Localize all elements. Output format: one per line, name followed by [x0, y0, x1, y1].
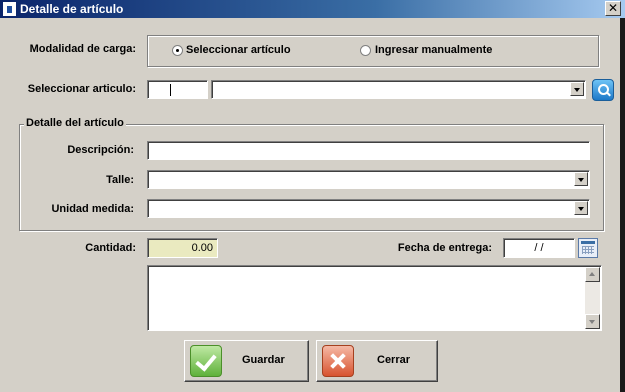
- close-button[interactable]: ✕: [605, 1, 621, 16]
- cantidad-label: Cantidad:: [85, 242, 136, 254]
- search-icon[interactable]: [592, 79, 614, 101]
- cerrar-button[interactable]: Cerrar: [316, 340, 438, 382]
- calendar-icon[interactable]: [578, 238, 598, 258]
- close-x-icon: [322, 345, 354, 377]
- detalle-group-title: Detalle del artículo: [24, 117, 126, 129]
- scroll-up-icon[interactable]: [585, 267, 600, 282]
- descripcion-label: Descripción:: [67, 144, 134, 156]
- unidad-select[interactable]: [147, 199, 590, 218]
- window-edge: [620, 18, 625, 392]
- descripcion-input[interactable]: [147, 141, 590, 160]
- scroll-down-icon[interactable]: [585, 314, 600, 329]
- document-icon: [3, 2, 16, 16]
- notes-textarea[interactable]: [147, 265, 602, 331]
- cantidad-input[interactable]: 0.00: [147, 238, 218, 258]
- fecha-value: / /: [534, 242, 544, 254]
- cantidad-value: 0.00: [191, 242, 213, 254]
- notes-scrollbar[interactable]: [585, 267, 600, 329]
- articulo-name-select[interactable]: [211, 80, 586, 99]
- articulo-code-input[interactable]: [147, 80, 208, 99]
- checkmark-icon: [190, 345, 222, 377]
- radio-ingresar[interactable]: [360, 45, 371, 56]
- chevron-down-icon[interactable]: [570, 82, 584, 96]
- chevron-down-icon[interactable]: [574, 172, 588, 186]
- fecha-input[interactable]: / /: [503, 238, 575, 258]
- chevron-down-icon[interactable]: [574, 201, 588, 215]
- radio-seleccionar-label[interactable]: Seleccionar artículo: [186, 44, 291, 56]
- modalidad-label: Modalidad de carga:: [29, 43, 136, 55]
- modalidad-box: Seleccionar artículo Ingresar manualment…: [147, 35, 599, 67]
- talle-label: Talle:: [106, 174, 134, 186]
- radio-seleccionar[interactable]: [172, 45, 183, 56]
- seleccionar-label: Seleccionar articulo:: [27, 83, 136, 95]
- window-title: Detalle de artículo: [20, 2, 124, 16]
- guardar-label: Guardar: [242, 354, 285, 366]
- text-cursor: [170, 84, 171, 96]
- cerrar-label: Cerrar: [377, 354, 411, 366]
- unidad-label: Unidad medida:: [51, 203, 134, 215]
- fecha-label: Fecha de entrega:: [397, 242, 492, 254]
- radio-ingresar-label[interactable]: Ingresar manualmente: [375, 44, 492, 56]
- title-bar: Detalle de artículo ✕: [0, 0, 625, 18]
- talle-select[interactable]: [147, 170, 590, 189]
- guardar-button[interactable]: Guardar: [184, 340, 309, 382]
